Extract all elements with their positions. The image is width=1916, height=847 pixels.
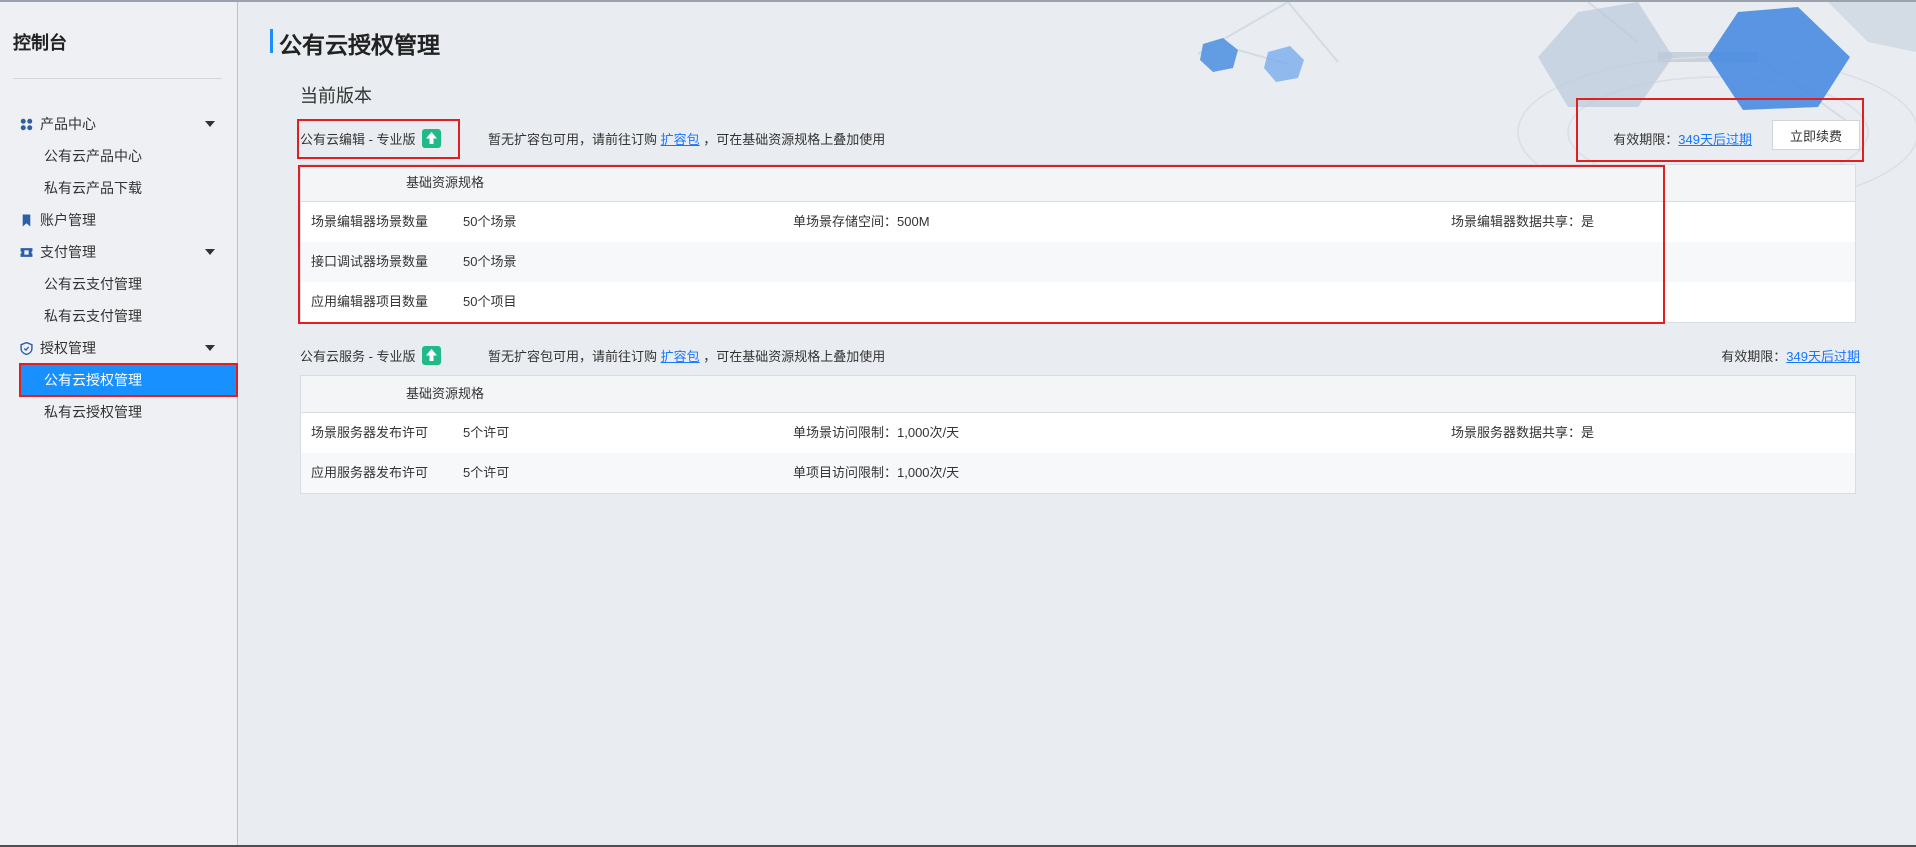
shield-icon	[20, 342, 33, 355]
sidebar-item-public-product-center[interactable]: 公有云产品中心	[0, 140, 237, 172]
sidebar-item-label: 公有云产品中心	[44, 148, 142, 164]
chevron-down-icon[interactable]	[205, 249, 215, 255]
upgrade-icon[interactable]	[421, 346, 441, 366]
spec-detail: 单项目访问限制：1,000次/天	[793, 465, 960, 480]
expansion-note: 暂无扩容包可用，请前往订购 扩容包 ，可在基础资源规格上叠加使用	[488, 129, 885, 148]
sidebar-item-label: 公有云授权管理	[44, 372, 142, 388]
version-name-text: 公有云编辑 - 专业版	[300, 132, 416, 147]
sidebar-menu: 产品中心 公有云产品中心 私有云产品下载 账户管理 支付管理 公有云支付管理 私…	[0, 108, 238, 428]
expansion-pack-link[interactable]: 扩容包	[661, 132, 700, 147]
spec-label: 场景服务器发布许可	[311, 425, 429, 440]
expansion-note-prefix: 暂无扩容包可用，请前往订购	[488, 132, 658, 147]
expansion-note-prefix: 暂无扩容包可用，请前往订购	[488, 349, 658, 364]
page-title: 公有云授权管理	[279, 32, 440, 58]
version-name-text: 公有云服务 - 专业版	[300, 349, 416, 364]
validity-label: 有效期限：	[1721, 349, 1787, 364]
bookmark-icon	[22, 214, 31, 227]
expansion-note-suffix: ，可在基础资源规格上叠加使用	[703, 349, 886, 364]
sidebar-item-payment-management[interactable]: 支付管理	[0, 236, 237, 268]
expansion-pack-link[interactable]: 扩容包	[661, 349, 700, 364]
sidebar-divider	[13, 78, 222, 79]
chevron-down-icon[interactable]	[205, 345, 215, 351]
table-row: 场景服务器发布许可 5个许可 单场景访问限制：1,000次/天 场景服务器数据共…	[301, 413, 1855, 453]
sidebar-item-public-payment[interactable]: 公有云支付管理	[0, 268, 237, 300]
table-header: 基础资源规格	[301, 376, 1855, 413]
sidebar-item-label: 支付管理	[40, 244, 96, 260]
page-title-accent	[270, 29, 273, 53]
sidebar-item-private-payment[interactable]: 私有云支付管理	[0, 300, 237, 332]
sidebar-item-label: 公有云支付管理	[44, 276, 142, 292]
highlight-box	[298, 165, 1665, 324]
sidebar-item-private-product-download[interactable]: 私有云产品下载	[0, 172, 237, 204]
section-title: 当前版本	[300, 86, 372, 106]
sidebar-item-account-management[interactable]: 账户管理	[0, 204, 237, 236]
validity-link[interactable]: 349天后过期	[1786, 349, 1860, 364]
sidebar-item-label: 授权管理	[40, 340, 96, 356]
sidebar: 控制台 产品中心 公有云产品中心 私有云产品下载 账户管理 支付管理 公有云支付…	[0, 2, 238, 845]
sidebar-item-public-license[interactable]: 公有云授权管理	[19, 363, 238, 397]
sidebar-item-license-management[interactable]: 授权管理	[0, 332, 237, 364]
service-version-name: 公有云服务 - 专业版	[300, 346, 441, 367]
main-content: 公有云授权管理 当前版本 公有云编辑 - 专业版 暂无扩容包可用，请前往订购 扩…	[238, 2, 1916, 845]
service-version-row: 公有云服务 - 专业版 暂无扩容包可用，请前往订购 扩容包 ，可在基础资源规格上…	[300, 341, 1860, 369]
grid-icon	[20, 118, 33, 131]
sidebar-item-label: 账户管理	[40, 212, 96, 228]
upgrade-icon[interactable]	[421, 129, 441, 149]
service-validity: 有效期限：349天后过期	[1721, 346, 1860, 365]
sidebar-title: 控制台	[13, 33, 67, 53]
sidebar-item-label: 私有云产品下载	[44, 180, 142, 196]
spec-value: 5个许可	[463, 465, 510, 480]
table-row: 应用服务器发布许可 5个许可 单项目访问限制：1,000次/天	[301, 453, 1855, 493]
editor-version-name: 公有云编辑 - 专业版	[300, 129, 441, 150]
sidebar-item-label: 私有云授权管理	[44, 404, 142, 420]
highlight-box	[1576, 98, 1864, 162]
sidebar-item-product-center[interactable]: 产品中心	[0, 108, 237, 140]
chevron-down-icon[interactable]	[205, 121, 215, 127]
expansion-note-suffix: ，可在基础资源规格上叠加使用	[703, 132, 886, 147]
spec-label: 应用服务器发布许可	[311, 465, 429, 480]
ticket-icon	[20, 248, 33, 257]
service-spec-table: 基础资源规格 场景服务器发布许可 5个许可 单场景访问限制：1,000次/天 场…	[300, 375, 1856, 494]
sidebar-item-private-license[interactable]: 私有云授权管理	[0, 396, 237, 428]
spec-value: 5个许可	[463, 425, 510, 440]
sidebar-item-label: 私有云支付管理	[44, 308, 142, 324]
expansion-note: 暂无扩容包可用，请前往订购 扩容包 ，可在基础资源规格上叠加使用	[488, 346, 885, 365]
sidebar-item-label: 产品中心	[40, 116, 96, 132]
spec-share: 场景服务器数据共享：是	[1451, 425, 1595, 440]
spec-detail: 单场景访问限制：1,000次/天	[793, 425, 960, 440]
